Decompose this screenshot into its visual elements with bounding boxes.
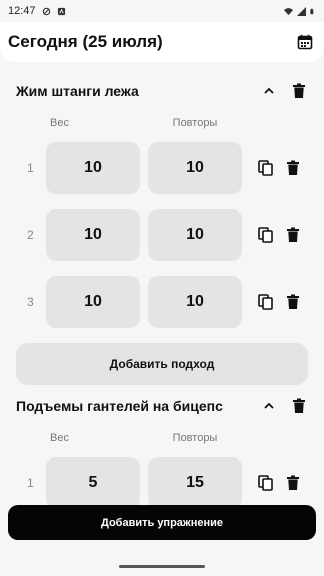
exercise-header[interactable]: Жим штанги лежа bbox=[0, 70, 324, 112]
delete-set-button[interactable] bbox=[284, 474, 302, 492]
trash-icon bbox=[287, 475, 299, 490]
wifi-icon bbox=[284, 7, 293, 15]
page-title: Сегодня (25 июля) bbox=[8, 32, 163, 51]
workout-list: Жим штанги лежа Вес Повторы 1 10 10 2 10… bbox=[0, 70, 324, 516]
trash-icon bbox=[287, 227, 299, 242]
reps-column-label: Повторы bbox=[172, 432, 218, 444]
reps-input[interactable]: 10 bbox=[148, 141, 242, 194]
weight-column-label: Вес bbox=[50, 432, 69, 444]
add-exercise-button[interactable]: Добавить упражнение bbox=[8, 505, 316, 540]
delete-exercise-button[interactable] bbox=[290, 82, 308, 100]
app-header: Сегодня (25 июля) bbox=[0, 22, 324, 62]
copy-icon bbox=[257, 474, 273, 491]
trash-icon bbox=[293, 83, 305, 98]
calendar-button[interactable] bbox=[294, 31, 316, 53]
chevron-up-icon bbox=[264, 402, 274, 409]
set-row: 2 10 10 bbox=[0, 201, 324, 268]
exercise-title: Подъемы гантелей на бицепс bbox=[16, 398, 223, 414]
column-labels: Вес Повторы bbox=[0, 427, 324, 449]
copy-set-button[interactable] bbox=[256, 293, 274, 311]
home-indicator[interactable] bbox=[119, 565, 205, 568]
weight-column-label: Вес bbox=[50, 117, 69, 129]
copy-icon bbox=[257, 226, 273, 243]
battery-icon bbox=[310, 8, 314, 14]
vpn-key-icon bbox=[42, 7, 50, 15]
exercise-header[interactable]: Подъемы гантелей на бицепс bbox=[0, 385, 324, 427]
copy-set-button[interactable] bbox=[256, 474, 274, 492]
set-row: 3 10 10 bbox=[0, 268, 324, 335]
reps-input[interactable]: 15 bbox=[148, 456, 242, 509]
set-row: 1 10 10 bbox=[0, 134, 324, 201]
notification-icon bbox=[57, 7, 65, 15]
collapse-button[interactable] bbox=[260, 397, 278, 415]
weight-input[interactable]: 10 bbox=[46, 141, 140, 194]
reps-input[interactable]: 10 bbox=[148, 208, 242, 261]
trash-icon bbox=[293, 398, 305, 413]
set-number: 1 bbox=[27, 475, 34, 490]
copy-icon bbox=[257, 293, 273, 310]
add-set-button[interactable]: Добавить подход bbox=[16, 343, 308, 385]
weight-input[interactable]: 10 bbox=[46, 208, 140, 261]
status-bar: 12:47 bbox=[0, 0, 324, 22]
set-number: 3 bbox=[27, 294, 34, 309]
trash-icon bbox=[287, 294, 299, 309]
exercise-title: Жим штанги лежа bbox=[16, 83, 139, 99]
set-number: 1 bbox=[27, 160, 34, 175]
column-labels: Вес Повторы bbox=[0, 112, 324, 134]
delete-set-button[interactable] bbox=[284, 293, 302, 311]
signal-icon bbox=[297, 6, 306, 16]
copy-set-button[interactable] bbox=[256, 159, 274, 177]
reps-column-label: Повторы bbox=[172, 117, 218, 129]
copy-icon bbox=[257, 159, 273, 176]
chevron-up-icon bbox=[264, 87, 274, 94]
weight-input[interactable]: 5 bbox=[46, 456, 140, 509]
collapse-button[interactable] bbox=[260, 82, 278, 100]
trash-icon bbox=[287, 160, 299, 175]
exercise-card: Жим штанги лежа Вес Повторы 1 10 10 2 10… bbox=[0, 70, 324, 385]
exercise-card: Подъемы гантелей на бицепс Вес Повторы 1… bbox=[0, 385, 324, 516]
delete-set-button[interactable] bbox=[284, 159, 302, 177]
status-time: 12:47 bbox=[8, 5, 36, 17]
copy-set-button[interactable] bbox=[256, 226, 274, 244]
delete-exercise-button[interactable] bbox=[290, 397, 308, 415]
delete-set-button[interactable] bbox=[284, 226, 302, 244]
calendar-icon bbox=[297, 34, 313, 50]
reps-input[interactable]: 10 bbox=[148, 275, 242, 328]
weight-input[interactable]: 10 bbox=[46, 275, 140, 328]
set-number: 2 bbox=[27, 227, 34, 242]
